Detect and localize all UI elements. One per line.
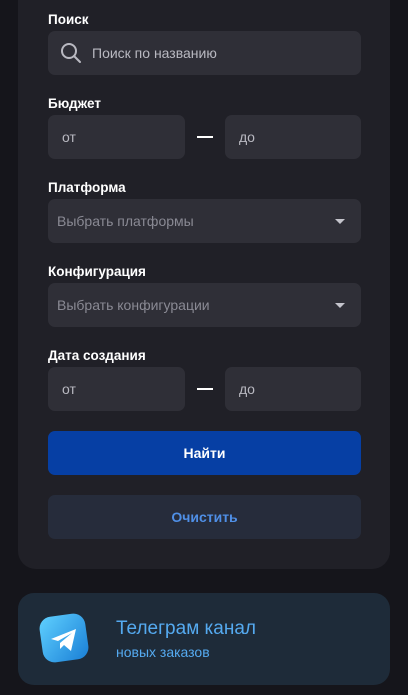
created-range-dash — [197, 388, 213, 390]
created-to-input[interactable]: до — [225, 367, 361, 411]
configuration-placeholder: Выбрать конфигурации — [57, 297, 210, 313]
configuration-label: Конфигурация — [48, 264, 146, 279]
created-to-placeholder: до — [239, 381, 255, 397]
telegram-channel-card[interactable]: Телеграм канал новых заказов — [18, 593, 390, 685]
platform-select[interactable]: Выбрать платформы — [48, 199, 361, 243]
telegram-icon — [39, 613, 89, 663]
created-from-placeholder: от — [62, 381, 76, 397]
search-icon — [61, 43, 81, 63]
platform-label: Платформа — [48, 180, 126, 195]
created-from-input[interactable]: от — [48, 367, 185, 411]
telegram-subtitle: новых заказов — [116, 644, 210, 660]
search-placeholder: Поиск по названию — [92, 45, 217, 61]
created-date-label: Дата создания — [48, 348, 146, 363]
find-button[interactable]: Найти — [48, 431, 361, 475]
chevron-down-icon — [335, 219, 345, 224]
budget-label: Бюджет — [48, 96, 101, 111]
clear-button[interactable]: Очистить — [48, 495, 361, 539]
platform-placeholder: Выбрать платформы — [57, 213, 194, 229]
telegram-title: Телеграм канал — [116, 618, 256, 639]
budget-from-placeholder: от — [62, 129, 76, 145]
budget-from-input[interactable]: от — [48, 115, 185, 159]
chevron-down-icon — [335, 303, 345, 308]
configuration-select[interactable]: Выбрать конфигурации — [48, 283, 361, 327]
search-input[interactable]: Поиск по названию — [48, 31, 361, 75]
budget-range-dash — [197, 136, 213, 138]
budget-to-placeholder: до — [239, 129, 255, 145]
search-label: Поиск — [48, 12, 89, 27]
budget-to-input[interactable]: до — [225, 115, 361, 159]
